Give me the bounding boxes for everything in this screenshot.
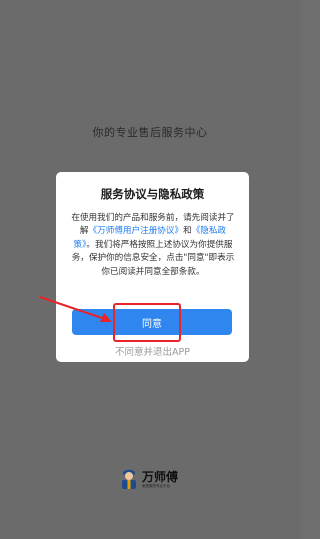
- dialog-body: 在使用我们的产品和服务前，请先阅读并了解《万师傅用户注册协议》和《隐私政策》。我…: [70, 212, 236, 279]
- app-logo: 万师傅 家居服务专业平台: [119, 466, 181, 492]
- tagline: 你的专业售后服务中心: [92, 126, 208, 139]
- dialog-title: 服务协议与隐私政策: [100, 187, 205, 201]
- worker-mascot-icon: [122, 469, 136, 489]
- user-agreement-link[interactable]: 《万师傅用户注册协议》: [89, 226, 184, 236]
- body-and-text: 和: [183, 226, 192, 237]
- body-suffix-text: 。我们将严格按照上述协议为你提供服务，保护你的信息安全，点击"同意"即表示你已阅…: [71, 239, 235, 277]
- app-screen: 你的专业售后服务中心 服务协议与隐私政策 在使用我们的产品和服务前，请先阅读并了…: [0, 0, 300, 539]
- logo-name: 万师傅: [142, 469, 179, 484]
- decline-exit-link[interactable]: 不同意并退出APP: [56, 344, 249, 358]
- highlight-box: [113, 303, 181, 342]
- logo-subtitle: 家居服务专业平台: [142, 483, 170, 488]
